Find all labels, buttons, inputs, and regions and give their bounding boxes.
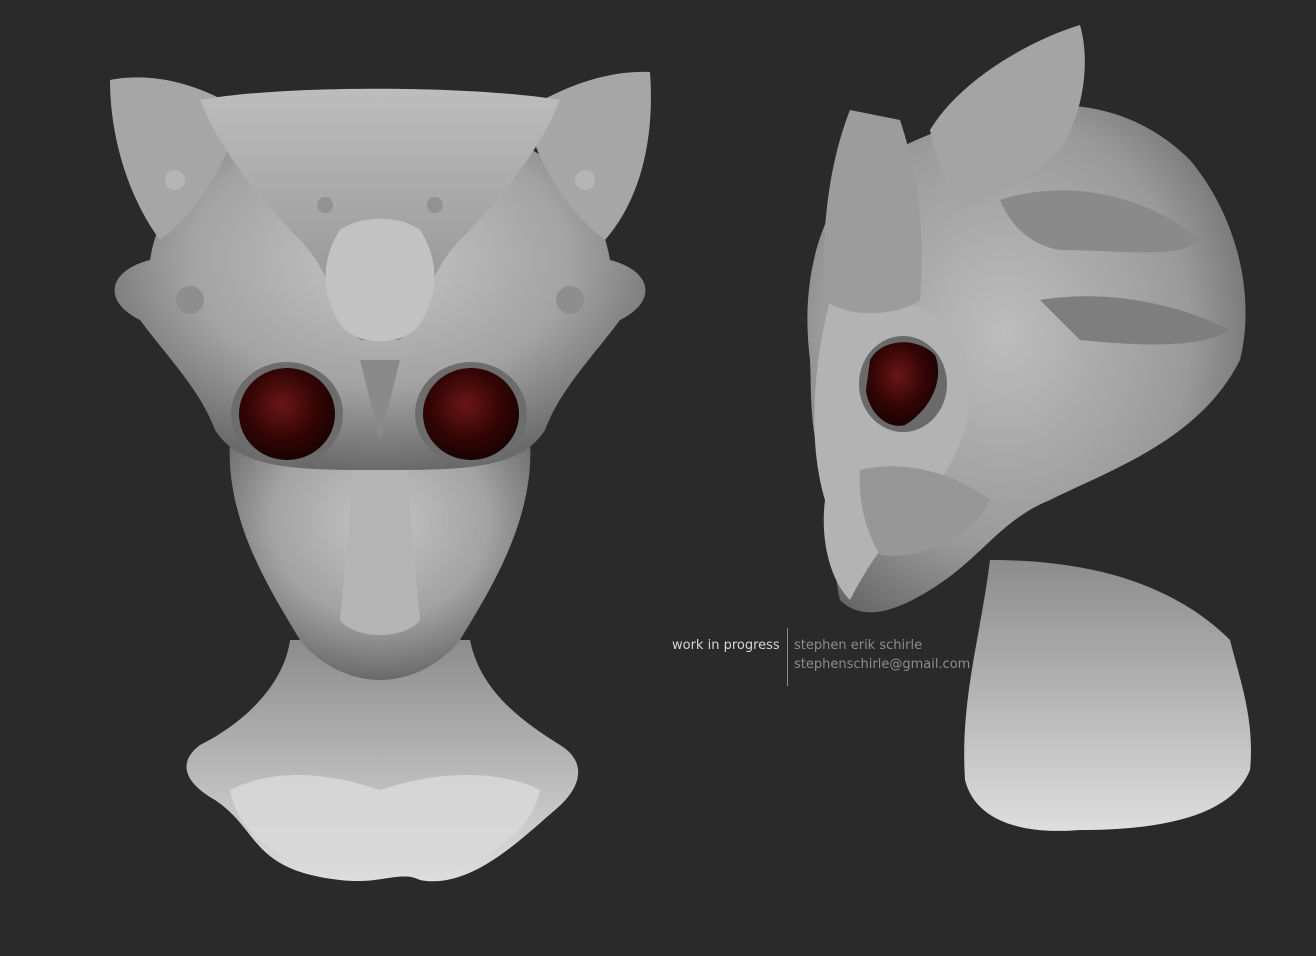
caption-divider [787, 628, 788, 686]
front-view-head [110, 71, 651, 882]
caption-author-email: stephenschirle@gmail.com [794, 657, 971, 672]
side-neck [964, 560, 1251, 831]
front-eye-left [239, 368, 335, 460]
caption-author-name: stephen erik schirle [794, 638, 923, 653]
render-canvas: work in progress stephen erik schirle st… [0, 0, 1316, 956]
sculpt-renders [110, 25, 1251, 882]
caption-status-text: work in progress [672, 638, 780, 653]
side-view-head [807, 25, 1251, 831]
front-eye-right [423, 368, 519, 460]
